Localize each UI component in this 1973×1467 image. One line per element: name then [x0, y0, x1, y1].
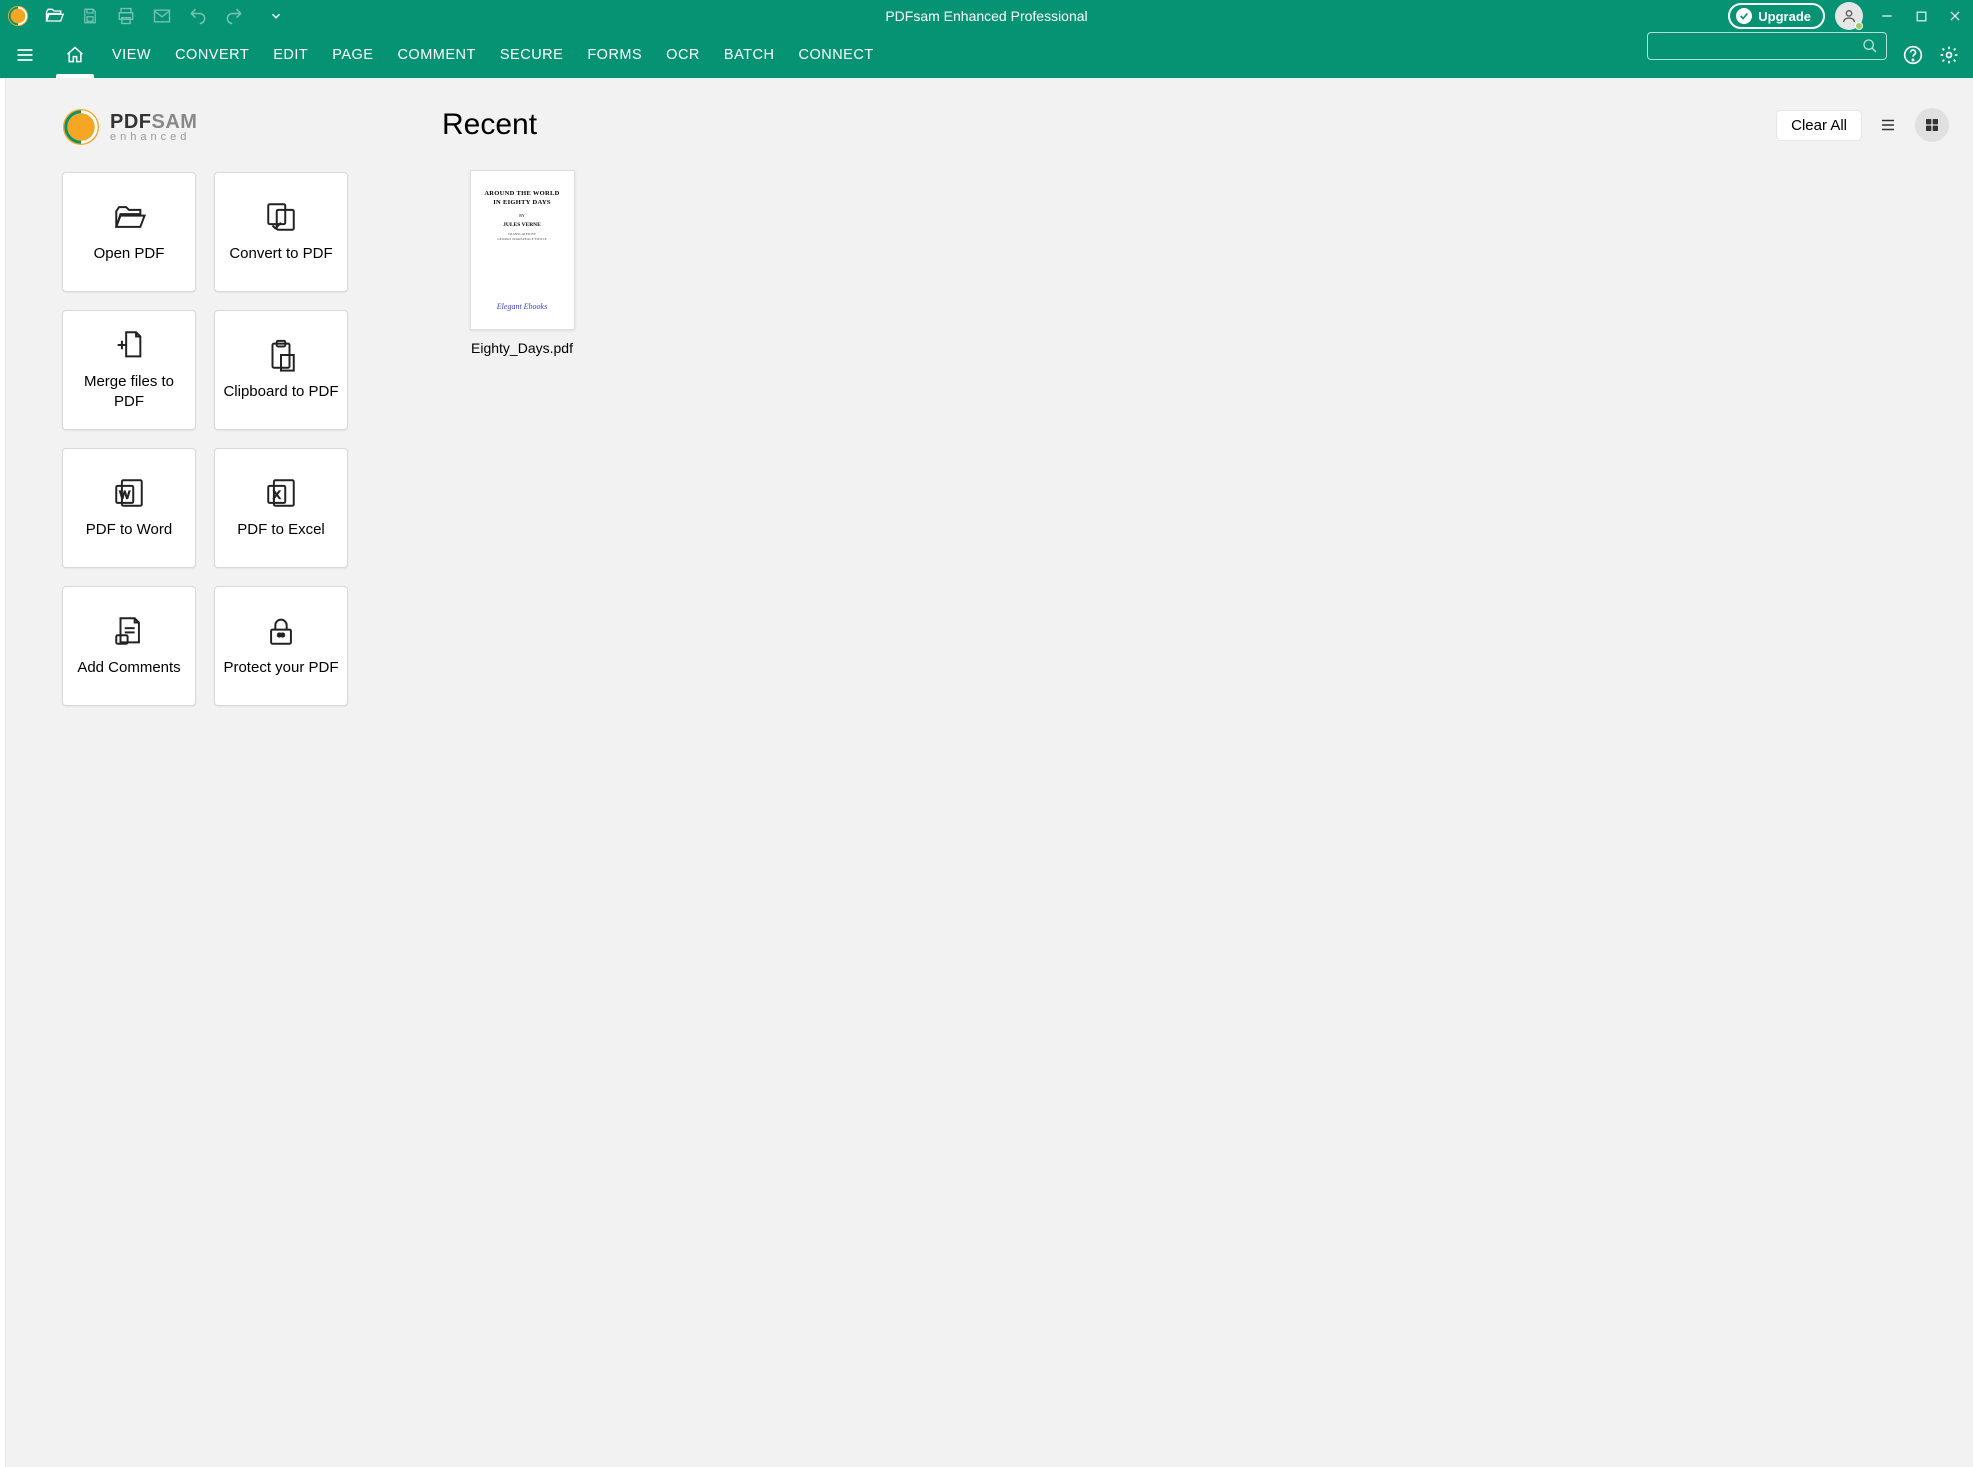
comment-icon: [112, 614, 146, 648]
menu-connect[interactable]: CONNECT: [786, 32, 885, 78]
clipboard-icon: [264, 338, 298, 372]
thumb-title-2: IN EIGHTY DAYS: [493, 198, 551, 207]
tile-convert-to-pdf[interactable]: Convert to PDF: [214, 172, 348, 292]
print-icon[interactable]: [112, 2, 140, 30]
mail-icon[interactable]: [148, 2, 176, 30]
tile-label: Convert to PDF: [229, 244, 332, 264]
word-icon: W: [112, 476, 146, 510]
recent-file-item[interactable]: AROUND THE WORLD IN EIGHTY DAYS BY JULES…: [462, 170, 582, 356]
undo-icon[interactable]: [184, 2, 212, 30]
upgrade-button[interactable]: Upgrade: [1728, 3, 1825, 29]
search-icon: [1862, 38, 1878, 54]
lock-icon: **: [264, 614, 298, 648]
tile-protect-pdf[interactable]: ** Protect your PDF: [214, 586, 348, 706]
list-view-button[interactable]: [1871, 108, 1905, 142]
tile-label: Clipboard to PDF: [223, 382, 338, 402]
tile-label: Add Comments: [77, 658, 180, 678]
minimize-button[interactable]: [1873, 2, 1901, 30]
tile-pdf-to-excel[interactable]: X PDF to Excel: [214, 448, 348, 568]
thumb-trans1: TRANSLATED BY: [508, 232, 536, 236]
window-title: PDFsam Enhanced Professional: [0, 8, 1973, 24]
help-button[interactable]: [1895, 32, 1931, 78]
convert-icon: [264, 200, 298, 234]
thumb-author: JULES VERNE: [503, 222, 541, 228]
home-tab[interactable]: [50, 32, 100, 78]
check-icon: [1736, 8, 1752, 24]
save-icon[interactable]: [76, 2, 104, 30]
menu-ocr[interactable]: OCR: [654, 32, 712, 78]
status-dot-icon: [1855, 22, 1863, 30]
logo-swirl-icon: [62, 108, 100, 146]
menu-page[interactable]: PAGE: [320, 32, 385, 78]
tile-clipboard-to-pdf[interactable]: Clipboard to PDF: [214, 310, 348, 430]
excel-icon: X: [264, 476, 298, 510]
svg-text:W: W: [119, 490, 130, 502]
thumb-title-1: AROUND THE WORLD: [484, 189, 559, 198]
folder-open-icon: [112, 200, 146, 234]
thumb-trans2: GEORGE MAKEPEACE TOWLE: [497, 237, 546, 241]
recent-heading: Recent: [442, 108, 537, 142]
menu-forms[interactable]: FORMS: [575, 32, 654, 78]
quick-toolbar-dropdown-icon[interactable]: [262, 2, 290, 30]
clear-all-button[interactable]: Clear All: [1777, 111, 1861, 140]
menu-batch[interactable]: BATCH: [712, 32, 787, 78]
menu-edit[interactable]: EDIT: [261, 32, 320, 78]
tile-open-pdf[interactable]: Open PDF: [62, 172, 196, 292]
tile-label: Open PDF: [94, 244, 165, 264]
logo-subtitle: enhanced: [110, 132, 197, 143]
document-thumbnail: AROUND THE WORLD IN EIGHTY DAYS BY JULES…: [470, 170, 575, 330]
tile-merge-files[interactable]: Merge files to PDF: [62, 310, 196, 430]
search-input[interactable]: [1647, 32, 1887, 60]
redo-icon[interactable]: [220, 2, 248, 30]
svg-text:X: X: [273, 490, 281, 502]
tile-label: PDF to Excel: [237, 520, 325, 540]
settings-button[interactable]: [1931, 32, 1967, 78]
menu-convert[interactable]: CONVERT: [163, 32, 261, 78]
thumb-by: BY: [519, 213, 525, 218]
tile-label: PDF to Word: [86, 520, 172, 540]
menu-view[interactable]: VIEW: [100, 32, 163, 78]
tile-add-comments[interactable]: Add Comments: [62, 586, 196, 706]
app-logo: PDFSAM enhanced: [62, 108, 382, 146]
hamburger-menu-icon[interactable]: [0, 32, 50, 78]
tile-label: Protect your PDF: [223, 658, 338, 678]
tile-pdf-to-word[interactable]: W PDF to Word: [62, 448, 196, 568]
menu-comment[interactable]: COMMENT: [385, 32, 487, 78]
account-button[interactable]: [1835, 2, 1863, 30]
upgrade-label: Upgrade: [1758, 9, 1811, 24]
app-logo-icon: [4, 2, 32, 30]
grid-view-button[interactable]: [1915, 108, 1949, 142]
svg-text:**: **: [278, 631, 285, 641]
recent-file-name: Eighty_Days.pdf: [471, 340, 573, 356]
open-file-icon[interactable]: [40, 2, 68, 30]
tile-label: Merge files to PDF: [69, 372, 189, 413]
logo-text-1: PDF: [110, 111, 152, 133]
merge-icon: [112, 328, 146, 362]
close-button[interactable]: [1941, 2, 1969, 30]
logo-text-2: SAM: [152, 111, 198, 133]
thumb-brand: Elegant Ebooks: [497, 302, 547, 311]
maximize-button[interactable]: [1907, 2, 1935, 30]
menu-secure[interactable]: SECURE: [488, 32, 575, 78]
